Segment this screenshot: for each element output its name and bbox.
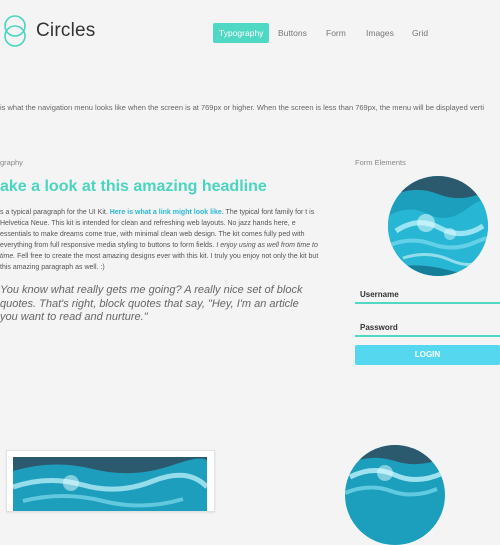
image-card	[6, 450, 215, 512]
login-button[interactable]: LOGIN	[355, 345, 500, 365]
circles-logo-icon[interactable]	[2, 14, 38, 50]
password-label[interactable]: Password	[360, 323, 398, 332]
ocean-wave-image	[13, 457, 207, 511]
password-field-underline[interactable]	[355, 335, 500, 337]
nav-item-grid[interactable]: Grid	[412, 23, 428, 43]
nav-item-typography[interactable]: Typography	[213, 23, 270, 43]
username-field-underline[interactable]	[355, 302, 500, 304]
nav-notice-text: is what the navigation menu looks like w…	[0, 103, 485, 112]
nav-item-form[interactable]: Form	[326, 23, 346, 43]
username-label[interactable]: Username	[360, 290, 399, 299]
nav-item-buttons[interactable]: Buttons	[278, 23, 307, 43]
nav-item-images[interactable]: Images	[366, 23, 394, 43]
ocean-wave-circle-image-2	[345, 445, 445, 545]
site-header: Circles Typography Buttons Form Images G…	[0, 0, 500, 62]
paragraph-text-1: s a typical paragraph for the UI Kit.	[0, 209, 110, 216]
typography-section-label: graphy	[0, 158, 23, 167]
sample-headline: ake a look at this amazing headline	[0, 178, 267, 195]
brand-name[interactable]: Circles	[36, 20, 95, 42]
sample-link[interactable]: Here is what a link might look like.	[110, 209, 224, 216]
sample-paragraph: s a typical paragraph for the UI Kit. He…	[0, 207, 325, 273]
ocean-wave-circle-image	[388, 176, 488, 276]
paragraph-text-3: Fell free to create the most amazing des…	[0, 253, 319, 271]
block-quote: You know what really gets me going? A re…	[0, 284, 303, 323]
form-section-label: Form Elements	[355, 158, 406, 167]
